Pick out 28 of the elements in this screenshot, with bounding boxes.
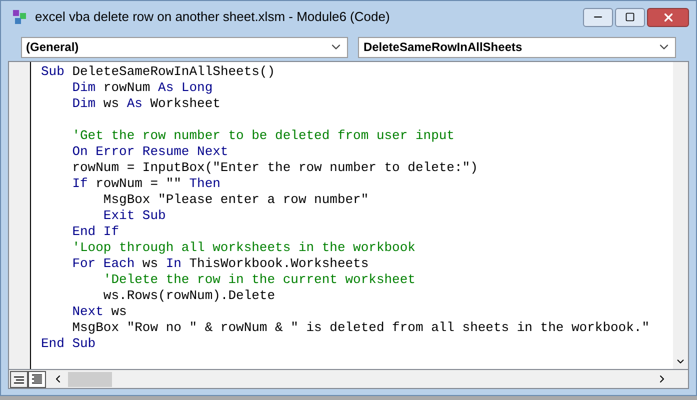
close-button[interactable] [647,8,689,26]
code-line: 'Delete the row in the current worksheet [102,272,416,288]
code-line: If rowNum = "" Then [71,176,220,192]
code-line: On Error Resume Next [71,144,228,160]
full-module-view-icon[interactable] [28,370,46,388]
code-line: For Each ws In ThisWorkbook.Worksheets [71,256,369,272]
code-line: Dim rowNum As Long [71,80,213,96]
procedure-dropdown[interactable]: DeleteSameRowInAllSheets [358,36,676,58]
code-line: ws.Rows(rowNum).Delete [102,288,276,304]
code-line: End Sub [41,336,96,352]
code-line: Dim ws As Worksheet [71,96,220,112]
procedure-view-icon[interactable] [10,370,28,388]
module-icon [11,8,29,26]
code-line: rowNum = InputBox("Enter the row number to delete:") [71,160,478,176]
maximize-button[interactable] [615,8,645,26]
code-line: MsgBox "Row no " & rowNum & " is deleted from all sheets in the workbook." [71,320,650,336]
code-line: Sub DeleteSameRowInAllSheets() [41,64,276,80]
code-line: MsgBox "Please enter a row number" [102,192,369,208]
window-title: excel vba delete row on another sheet.xlsm - Module6 (Code) [35,8,390,26]
code-line: End If [71,224,120,240]
maximize-icon [625,12,635,22]
code-line: Exit Sub [102,208,166,224]
scrollbar-thumb[interactable] [68,372,112,386]
object-dropdown[interactable]: (General) [21,36,348,58]
code-line: 'Loop through all worksheets in the workbook [71,240,416,256]
close-icon [662,10,674,24]
code-line: 'Get the row number to be deleted from user input [71,128,454,144]
code-line: Next ws [71,304,127,320]
